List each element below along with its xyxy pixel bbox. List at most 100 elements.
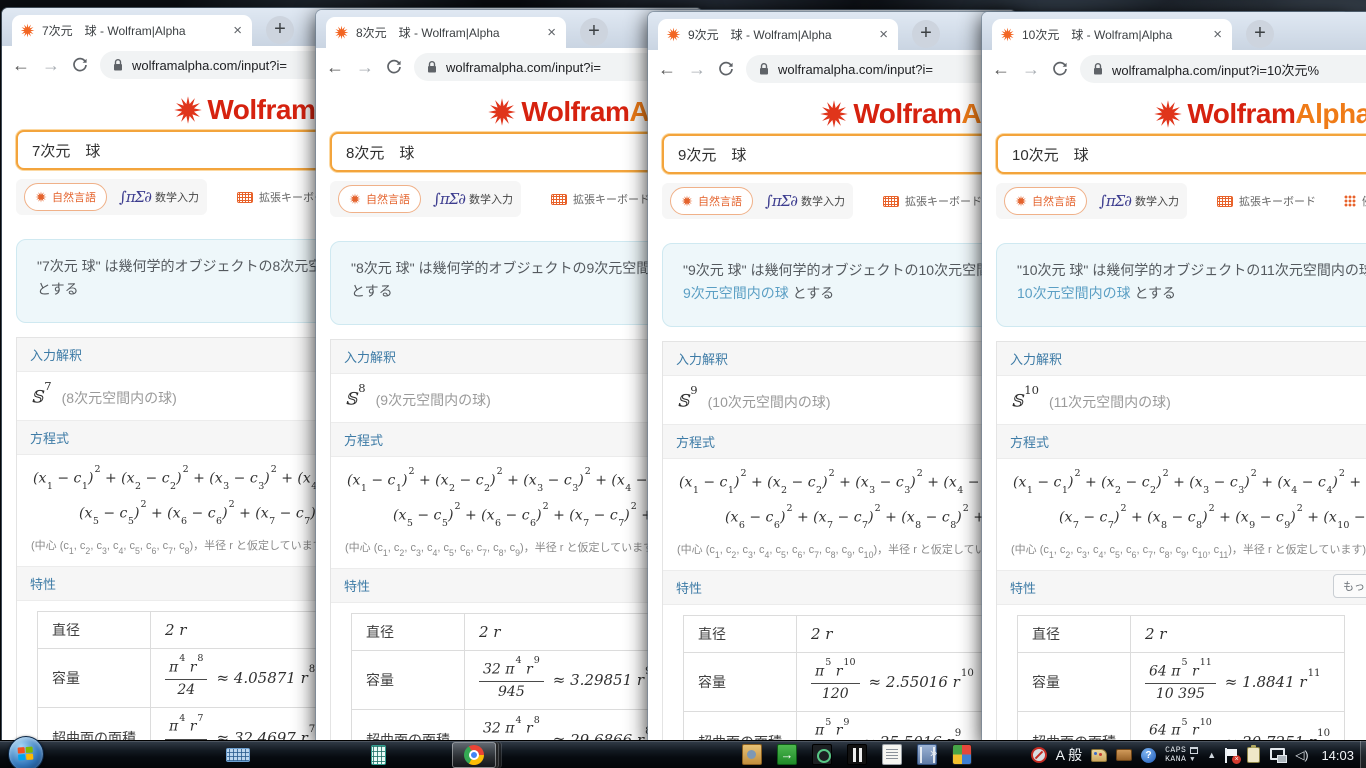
spikey-icon: [681, 195, 693, 207]
back-button[interactable]: ←: [658, 60, 676, 78]
chrome-icon: [464, 745, 484, 765]
browser-tab[interactable]: 9次元 球 - Wolfram|Alpha ×: [658, 19, 898, 50]
natural-language-button[interactable]: 自然言語: [1004, 187, 1087, 215]
natural-language-button[interactable]: 自然言語: [670, 187, 753, 215]
extended-keyboard-label: 拡張キーボード: [905, 193, 982, 209]
start-button[interactable]: [8, 736, 44, 768]
back-button[interactable]: ←: [992, 60, 1010, 78]
reload-icon[interactable]: [1052, 61, 1068, 77]
new-tab-button[interactable]: +: [1246, 20, 1274, 48]
spikey-logo-icon: [819, 99, 849, 129]
ime-tools-icon[interactable]: [1091, 749, 1107, 762]
toolbar-overflow-chevron[interactable]: »: [930, 745, 937, 760]
input-interpretation-row: 𝕊10 (11次元空間内の球): [997, 376, 1366, 424]
forward-button[interactable]: →: [42, 56, 60, 74]
webcam-app-icon[interactable]: [812, 744, 832, 765]
extended-keyboard-button[interactable]: 拡張キーボード: [551, 191, 650, 207]
wolframalpha-favicon: [1000, 27, 1015, 42]
table-row: 直径 2 r: [38, 611, 330, 648]
green-arrow-icon[interactable]: →: [777, 744, 797, 765]
tab-title: 9次元 球 - Wolfram|Alpha: [688, 26, 870, 43]
new-tab-button[interactable]: +: [266, 16, 294, 44]
forward-button[interactable]: →: [688, 60, 706, 78]
notification-badge: ×: [1232, 755, 1241, 764]
notepad-icon[interactable]: [882, 744, 902, 765]
reload-icon[interactable]: [72, 57, 88, 73]
tray-red-clock-icon[interactable]: [1031, 747, 1047, 763]
math-input-icon: ∫πΣ∂: [119, 188, 151, 206]
back-button[interactable]: ←: [326, 58, 344, 76]
ime-help-icon[interactable]: ?: [1141, 748, 1156, 763]
math-input-button[interactable]: ∫πΣ∂ 数学入力: [119, 188, 199, 206]
taskbar-calculator-icon[interactable]: [371, 745, 386, 765]
show-desktop-button[interactable]: [1360, 741, 1366, 768]
tab-close-icon[interactable]: ×: [1211, 27, 1224, 42]
user-folder-icon[interactable]: [742, 744, 762, 765]
reload-icon[interactable]: [386, 59, 402, 75]
forward-button[interactable]: →: [1022, 60, 1040, 78]
spikey-icon: [1015, 195, 1027, 207]
tab-title: 10次元 球 - Wolfram|Alpha: [1022, 26, 1204, 43]
examples-button[interactable]: 例を見る: [1344, 193, 1366, 209]
keyboard-icon: [551, 194, 567, 205]
natural-language-button[interactable]: 自然言語: [338, 185, 421, 213]
tab-close-icon[interactable]: ×: [231, 23, 244, 38]
ime-toolbox-icon[interactable]: [1116, 749, 1132, 761]
spikey-logo-icon: [487, 97, 517, 127]
assumption-text: "8次元 球" は幾何学的オブジェクトの9次元空間内の球: [351, 260, 696, 276]
back-button[interactable]: ←: [12, 56, 30, 74]
media-app-icon[interactable]: [847, 744, 867, 765]
taskbar-chrome-button[interactable]: [452, 742, 496, 768]
math-input-label: 数学入力: [155, 189, 199, 205]
section-equation: 方程式: [997, 424, 1366, 459]
tab-title: 7次元 球 - Wolfram|Alpha: [42, 22, 224, 39]
taskbar-keyboard-icon[interactable]: [226, 748, 250, 762]
logo-wolfram-text: Wolfram: [853, 98, 961, 129]
network-tray-icon[interactable]: [1269, 748, 1286, 762]
query-input[interactable]: 10次元 球: [996, 134, 1366, 174]
volume-value: π4 r824 ≈ 4.05871 r8: [151, 648, 330, 708]
examples-label: 例を見る: [1362, 193, 1366, 209]
assumption-link[interactable]: 10次元空間内の球: [1017, 285, 1131, 301]
assumption-text: "9次元 球" は幾何学的オブジェクトの10次元空間内の球: [683, 262, 1032, 278]
browser-window: 10次元 球 - Wolfram|Alpha × + ← → wolframal…: [982, 12, 1366, 746]
natural-language-label: 自然言語: [1032, 193, 1076, 209]
extended-keyboard-button[interactable]: 拡張キーボード: [883, 193, 982, 209]
assumption-tail: とする: [1131, 285, 1176, 301]
clipboard-tray-icon[interactable]: [1247, 747, 1260, 763]
show-hidden-icons-button[interactable]: ▲: [1207, 750, 1216, 760]
browser-tab[interactable]: 7次元 球 - Wolfram|Alpha ×: [12, 15, 252, 46]
row-label-volume: 容量: [352, 650, 465, 710]
natural-language-button[interactable]: 自然言語: [24, 183, 107, 211]
browser-tab[interactable]: 10次元 球 - Wolfram|Alpha ×: [992, 19, 1232, 50]
ime-caps-kana-indicator[interactable]: CAPS KANA▼: [1165, 747, 1198, 764]
table-row: 直径 2 r: [1018, 615, 1345, 652]
action-center-flag-icon[interactable]: ×: [1225, 748, 1238, 763]
more-button[interactable]: もっと見る: [1333, 574, 1366, 598]
input-mode-group: 自然言語 ∫πΣ∂ 数学入力: [16, 179, 207, 215]
sphere-note: (9次元空間内の球): [376, 390, 491, 410]
wolframalpha-favicon: [666, 27, 681, 42]
math-input-label: 数学入力: [801, 193, 845, 209]
keyboard-icon: [883, 196, 899, 207]
assumption-link[interactable]: 9次元空間内の球: [683, 285, 789, 301]
math-input-button[interactable]: ∫πΣ∂ 数学入力: [1099, 192, 1179, 210]
ime-mode-indicator[interactable]: A 般: [1056, 745, 1082, 765]
row-label-surface-area: 超曲面の面積: [352, 710, 465, 744]
new-tab-button[interactable]: +: [912, 20, 940, 48]
extended-keyboard-button[interactable]: 拡張キーボード: [1217, 193, 1316, 209]
grid-dots-icon: [1344, 195, 1356, 207]
volume-tray-icon[interactable]: ◁): [1295, 748, 1308, 762]
browser-tab[interactable]: 8次元 球 - Wolfram|Alpha ×: [326, 17, 566, 48]
address-bar[interactable]: wolframalpha.com/input?i=10次元%: [1080, 55, 1366, 83]
forward-button[interactable]: →: [356, 58, 374, 76]
input-mode-bar: 自然言語 ∫πΣ∂ 数学入力 拡張キーボード 例を見る: [996, 183, 1366, 219]
math-input-button[interactable]: ∫πΣ∂ 数学入力: [433, 190, 513, 208]
tab-close-icon[interactable]: ×: [877, 27, 890, 42]
tab-close-icon[interactable]: ×: [545, 25, 558, 40]
math-input-button[interactable]: ∫πΣ∂ 数学入力: [765, 192, 845, 210]
reload-icon[interactable]: [718, 61, 734, 77]
new-tab-button[interactable]: +: [580, 18, 608, 46]
color-app-icon[interactable]: [952, 744, 972, 765]
natural-language-label: 自然言語: [52, 189, 96, 205]
